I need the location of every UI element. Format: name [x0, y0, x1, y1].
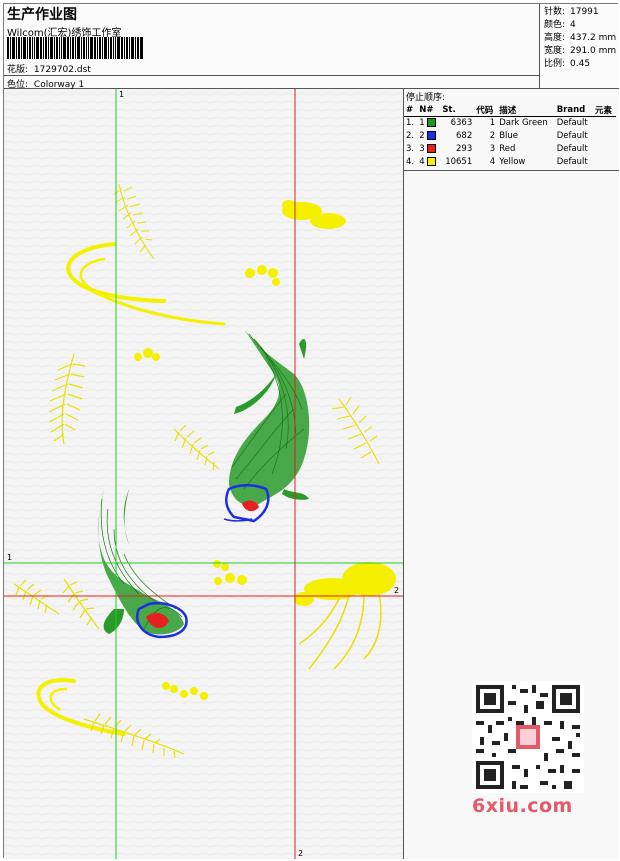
row-code: 3	[489, 144, 496, 154]
row-description: Red	[499, 144, 516, 154]
stat-stitches: 针数: 17991	[544, 7, 599, 17]
row-code: 2	[489, 131, 496, 141]
col-element: 元素	[593, 104, 616, 117]
row-element	[593, 130, 616, 143]
row-brand: Default	[556, 157, 588, 167]
col-description: 描述	[497, 104, 555, 117]
col-index: #	[404, 104, 418, 117]
row-needle: 1	[417, 117, 440, 130]
col-needle: N#	[417, 104, 441, 117]
color-swatch-blue	[427, 131, 437, 140]
row-element	[593, 117, 616, 130]
row-needle: 4	[417, 156, 440, 169]
table-row: 1. 1 6363 1 Dark Green Default	[404, 117, 616, 130]
stats-box: 针数: 17991 颜色: 4 高度: 437.2 mm 宽度: 291.0 mm 比例…	[539, 4, 619, 89]
row-needle: 2	[417, 130, 440, 143]
table-row: 4. 4 10651 4 Yellow Default	[404, 156, 616, 169]
table-row: 2. 2 682 2 Blue Default	[404, 130, 616, 143]
stat-scale: 比例: 0.45	[544, 59, 591, 69]
header-info: 生产作业图 Wilcom(汇宏)绣饰工作室 花版: 1729702.dst 色位…	[4, 4, 539, 90]
table-row: 3. 3 293 3 Red Default	[404, 143, 616, 156]
row-stitches: 10651	[445, 157, 473, 167]
col-stitches: St.	[440, 104, 475, 117]
row-index: 4.	[406, 157, 415, 167]
design-row: 花版: 1729702.dst	[7, 62, 91, 75]
axis-marker-red-h: 2	[394, 586, 400, 595]
stat-width: 宽度: 291.0 mm	[544, 46, 617, 56]
table-header-row: # N# St. 代码 描述 Brand 元素	[404, 104, 616, 117]
row-index: 3.	[406, 144, 415, 154]
design-preview: 1 1 2 2	[4, 89, 404, 859]
row-element	[593, 143, 616, 156]
row-needle: 3	[417, 143, 440, 156]
row-description: Dark Green	[499, 118, 548, 129]
stop-sequence-heading: 停止顺序:	[406, 93, 446, 103]
row-stitches: 293	[456, 144, 473, 154]
design-label: 花版:	[7, 65, 29, 75]
color-swatch-yellow	[427, 157, 437, 166]
axis-marker-red-v: 2	[298, 849, 304, 858]
row-brand: Default	[556, 118, 588, 129]
header-divider	[4, 75, 539, 76]
stat-colors: 颜色: 4	[544, 20, 576, 30]
sheet-header: 生产作业图 Wilcom(汇宏)绣饰工作室 花版: 1729702.dst 色位…	[4, 4, 619, 90]
sheet-title: 生产作业图	[7, 7, 77, 23]
row-index: 2.	[406, 131, 415, 141]
watermark-text: 6xiu.com	[472, 795, 573, 817]
production-sheet: 生产作业图 Wilcom(汇宏)绣饰工作室 花版: 1729702.dst 色位…	[3, 3, 619, 859]
col-code: 代码	[474, 104, 498, 117]
stop-sequence-table: # N# St. 代码 描述 Brand 元素 1. 1 6363 1 Dark…	[404, 104, 616, 169]
barcode-image	[7, 37, 143, 59]
row-brand: Default	[556, 131, 588, 141]
stat-height: 高度: 437.2 mm	[544, 33, 617, 43]
row-element	[593, 156, 616, 169]
row-code: 1	[489, 118, 496, 129]
row-index: 1.	[406, 118, 415, 129]
row-description: Blue	[499, 131, 518, 141]
qr-code-image	[472, 681, 584, 793]
design-file: 1729702.dst	[33, 65, 91, 75]
col-brand: Brand	[554, 104, 593, 117]
color-swatch-dark-green	[427, 118, 437, 128]
panel-divider	[404, 170, 619, 171]
color-swatch-red	[427, 144, 437, 153]
axis-marker-green-h: 1	[7, 553, 13, 562]
stop-sequence-panel: 停止顺序: # N# St. 代码 描述 Brand 元素 1. 1 6363	[404, 89, 619, 859]
row-stitches: 682	[456, 131, 473, 141]
row-brand: Default	[556, 144, 588, 154]
row-code: 4	[489, 157, 496, 167]
axis-marker-green-v: 1	[119, 90, 125, 99]
row-stitches: 6363	[450, 118, 473, 129]
row-description: Yellow	[499, 157, 526, 167]
embroidery-artwork	[4, 89, 403, 859]
